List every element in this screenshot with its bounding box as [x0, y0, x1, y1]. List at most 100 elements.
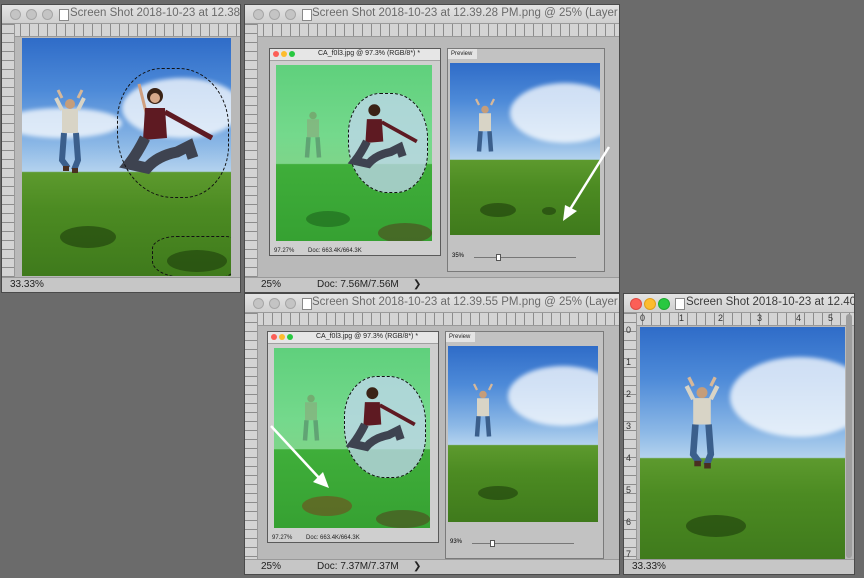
zoom-level[interactable]: 33.33% — [10, 279, 44, 290]
minimize-icon[interactable] — [269, 298, 280, 309]
zoom-icon[interactable] — [289, 51, 295, 57]
zoom-icon[interactable] — [658, 298, 670, 310]
ruler-label: 5 — [626, 485, 632, 495]
status-menu-chevron[interactable]: ❯ — [413, 561, 421, 572]
ruler-label: 2 — [718, 313, 724, 323]
horizontal-ruler — [2, 24, 240, 37]
minimize-icon[interactable] — [269, 9, 280, 20]
ruler-label: 6 — [626, 517, 632, 527]
document-icon — [302, 9, 312, 21]
zoom-icon[interactable] — [285, 298, 296, 309]
minimize-icon[interactable] — [644, 298, 656, 310]
inner-zoom[interactable]: 97.27% — [272, 535, 292, 541]
title-bar[interactable]: Screen Shot 2018-10-23 at 12.38.08... — [2, 5, 240, 24]
title-bar[interactable]: Screen Shot 2018-10-23 at 12.39.55 PM.pn… — [245, 294, 619, 313]
document-window-3: Screen Shot 2018-10-23 at 12.39.55 PM.pn… — [245, 294, 619, 574]
window-title: Screen Shot 2018-10-23 at 12.38.08... — [70, 7, 240, 19]
preview-zoom-slider[interactable] — [472, 543, 574, 544]
cloud — [508, 366, 598, 426]
canvas-image[interactable] — [22, 38, 231, 276]
inner-window-title: CA_f0l3.jpg @ 97.3% (RGB/8*) * — [318, 50, 421, 57]
document-window-2: Screen Shot 2018-10-23 at 12.39.28 PM.pn… — [245, 5, 619, 292]
close-icon[interactable] — [273, 51, 279, 57]
document-icon — [302, 298, 312, 310]
close-icon[interactable] — [10, 9, 21, 20]
shadow-selection — [152, 236, 231, 276]
jumping-man — [304, 111, 322, 158]
horizontal-ruler — [245, 24, 619, 37]
ruler-label: 4 — [626, 453, 632, 463]
inner-dialog-window: CA_f0l3.jpg @ 97.3% (RGB/8*) * 97.27% Do… — [270, 49, 440, 255]
close-icon[interactable] — [253, 298, 264, 309]
document-icon — [59, 9, 69, 21]
canvas-image[interactable] — [640, 327, 845, 560]
minimize-icon[interactable] — [26, 9, 37, 20]
shadow — [302, 496, 352, 516]
preview-panel: Preview 93% — [446, 332, 603, 558]
preview-tab[interactable]: Preview — [448, 49, 477, 59]
cloud — [510, 83, 600, 143]
doc-size: Doc: 7.37M/7.37M — [317, 561, 399, 572]
window-title: Screen Shot 2018-10-23 at 12.39.55 PM.pn… — [312, 296, 619, 308]
ruler-label: 0 — [640, 313, 646, 323]
close-icon[interactable] — [630, 298, 642, 310]
mask-canvas[interactable] — [276, 65, 432, 241]
vertical-ruler — [245, 24, 258, 278]
slider-knob[interactable] — [496, 254, 501, 261]
zoom-level[interactable]: 25% — [261, 279, 281, 290]
title-bar[interactable]: Screen Shot 2018-10-23 at 12.39.28 PM.pn… — [245, 5, 619, 24]
jumping-man — [54, 89, 86, 173]
cloud — [730, 357, 845, 437]
shadow — [378, 223, 432, 241]
zoom-icon[interactable] — [287, 334, 293, 340]
minimize-icon[interactable] — [279, 334, 285, 340]
preview-tab[interactable]: Preview — [446, 332, 475, 342]
ruler-label: 3 — [626, 421, 632, 431]
jumping-woman — [347, 104, 418, 169]
close-icon[interactable] — [253, 9, 264, 20]
inner-status: 97.27% Doc: 663.4K/664.3K — [272, 535, 360, 541]
zoom-level[interactable]: 33.33% — [632, 561, 666, 572]
document-icon — [675, 298, 685, 310]
vertical-scrollbar[interactable] — [846, 314, 852, 558]
preview-zoom-slider[interactable] — [474, 257, 576, 258]
document-window-4: Screen Shot 2018-10-23 at 12.40.31... 0 … — [624, 294, 854, 574]
shadow — [306, 211, 350, 227]
inner-status: 97.27% Doc: 663.4K/664.3K — [274, 248, 362, 254]
ruler-label: 2 — [626, 389, 632, 399]
inner-doc-size: Doc: 663.4K/664.3K — [306, 535, 360, 541]
preview-zoom[interactable]: 35% — [452, 253, 464, 259]
shadow — [478, 486, 518, 500]
zoom-icon[interactable] — [285, 9, 296, 20]
close-icon[interactable] — [271, 334, 277, 340]
ruler-label: 7 — [626, 549, 632, 559]
title-bar[interactable]: Screen Shot 2018-10-23 at 12.40.31... — [624, 294, 854, 313]
arrow-icon — [563, 146, 611, 221]
arrow-icon — [270, 425, 329, 488]
ruler-label: 4 — [796, 313, 802, 323]
ruler-label: 3 — [757, 313, 763, 323]
horizontal-ruler: 0 1 2 3 4 5 — [624, 313, 854, 326]
jumping-man — [474, 98, 496, 152]
inner-doc-size: Doc: 663.4K/664.3K — [308, 248, 362, 254]
preview-zoom[interactable]: 93% — [450, 539, 462, 545]
ruler-label: 5 — [828, 313, 834, 323]
preview-image — [448, 346, 598, 522]
ruler-label: 1 — [679, 313, 685, 323]
zoom-icon[interactable] — [42, 9, 53, 20]
inner-zoom[interactable]: 97.27% — [274, 248, 294, 254]
inner-title-bar[interactable]: CA_f0l3.jpg @ 97.3% (RGB/8*) * — [268, 332, 438, 344]
minimize-icon[interactable] — [281, 51, 287, 57]
vertical-ruler — [245, 313, 258, 560]
inner-title-bar[interactable]: CA_f0l3.jpg @ 97.3% (RGB/8*) * — [270, 49, 440, 61]
ruler-label: 1 — [626, 357, 632, 367]
shadow — [480, 203, 516, 217]
slider-knob[interactable] — [490, 540, 495, 547]
vertical-ruler — [2, 24, 15, 278]
jumping-man — [472, 383, 494, 437]
status-bar: 25% Doc: 7.37M/7.37M ❯ — [245, 559, 619, 574]
status-menu-chevron[interactable]: ❯ — [413, 279, 421, 290]
selection-marquee — [117, 68, 229, 198]
zoom-level[interactable]: 25% — [261, 561, 281, 572]
ruler-label: 0 — [626, 325, 632, 335]
